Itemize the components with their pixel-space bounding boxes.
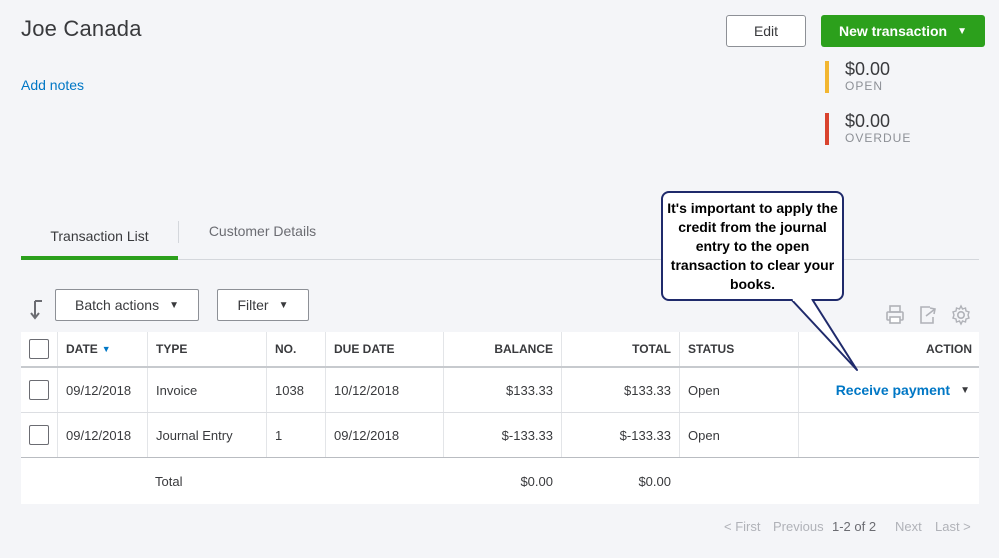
filter-dropdown[interactable]: Filter ▼ (217, 289, 309, 321)
sort-down-icon[interactable] (30, 300, 46, 326)
batch-actions-label: Batch actions (75, 297, 160, 313)
cell-action: Receive payment ▼ (798, 368, 970, 412)
cell-balance: $133.33 (506, 382, 553, 398)
total-balance: $0.00 (520, 473, 553, 489)
table-header-row: DATE ▼ TYPE NO. DUE DATE BALANCE TOTAL S… (21, 332, 979, 368)
open-amount: $0.00 (845, 59, 891, 79)
caret-down-icon: ▼ (957, 25, 968, 37)
pagination-next[interactable]: Next (895, 519, 922, 534)
cell-no: 1 (275, 427, 283, 443)
total-label: Total (155, 473, 183, 489)
cell-total: $-133.33 (619, 427, 671, 443)
column-header-action: ACTION (926, 342, 972, 356)
customer-name: Joe Canada (21, 16, 142, 41)
add-notes-link[interactable]: Add notes (21, 77, 84, 93)
cell-type: Invoice (156, 382, 198, 398)
cell-date: 09/12/2018 (66, 427, 132, 443)
column-header-balance[interactable]: BALANCE (443, 332, 553, 366)
column-header-date-label: DATE (66, 342, 98, 356)
cell-total: $133.33 (624, 382, 671, 398)
caret-down-icon[interactable]: ▼ (960, 385, 970, 396)
pagination-range: 1-2 of 2 (832, 519, 877, 534)
tab-transaction-list[interactable]: Transaction List (21, 215, 178, 260)
gear-icon[interactable] (950, 304, 970, 326)
tab-customer-details[interactable]: Customer Details (189, 215, 336, 247)
table-row[interactable]: 09/12/2018 Journal Entry 1 09/12/2018 $-… (21, 413, 979, 458)
open-label: OPEN (845, 79, 884, 93)
column-header-date[interactable]: DATE ▼ (66, 332, 111, 366)
column-header-type[interactable]: TYPE (156, 332, 187, 366)
pagination-last[interactable]: Last > (935, 519, 971, 534)
column-header-total[interactable]: TOTAL (561, 332, 671, 366)
cell-status: Open (688, 382, 720, 398)
row-checkbox[interactable] (29, 425, 49, 445)
column-header-no[interactable]: NO. (275, 332, 296, 366)
total-amount: $0.00 (638, 473, 671, 489)
overdue-label: OVERDUE (845, 131, 912, 145)
caret-down-icon: ▼ (278, 299, 289, 311)
tab-divider (178, 221, 179, 243)
transaction-table: DATE ▼ TYPE NO. DUE DATE BALANCE TOTAL S… (21, 332, 979, 504)
cell-due-date: 09/12/2018 (334, 427, 400, 443)
filter-label: Filter (237, 297, 269, 313)
overdue-amount: $0.00 (845, 111, 891, 131)
cell-balance: $-133.33 (501, 427, 553, 443)
open-indicator-bar (825, 61, 829, 93)
sort-caret-icon: ▼ (101, 344, 111, 354)
new-transaction-label: New transaction (838, 23, 948, 39)
receive-payment-link[interactable]: Receive payment (836, 382, 950, 398)
select-all-checkbox[interactable] (29, 339, 49, 359)
overdue-indicator-bar (825, 113, 829, 145)
printer-icon[interactable] (885, 304, 905, 326)
new-transaction-button[interactable]: New transaction ▼ (821, 15, 985, 47)
cell-date: 09/12/2018 (66, 382, 132, 398)
column-header-due-date[interactable]: DUE DATE (334, 332, 394, 366)
callout-note: It's important to apply the credit from … (661, 191, 844, 301)
cell-due-date: 10/12/2018 (334, 382, 400, 398)
cell-no: 1038 (275, 382, 304, 398)
table-total-row: Total $0.00 $0.00 (21, 458, 979, 504)
edit-button[interactable]: Edit (726, 15, 806, 47)
batch-actions-dropdown[interactable]: Batch actions ▼ (55, 289, 199, 321)
pagination-first[interactable]: < First (724, 519, 760, 534)
caret-down-icon: ▼ (169, 299, 179, 311)
column-header-status[interactable]: STATUS (688, 332, 734, 366)
export-icon[interactable] (918, 304, 938, 326)
cell-status: Open (688, 427, 720, 443)
pagination-previous[interactable]: Previous (773, 519, 824, 534)
cell-type: Journal Entry (156, 427, 233, 443)
row-checkbox[interactable] (29, 380, 49, 400)
table-row[interactable]: 09/12/2018 Invoice 1038 10/12/2018 $133.… (21, 368, 979, 413)
